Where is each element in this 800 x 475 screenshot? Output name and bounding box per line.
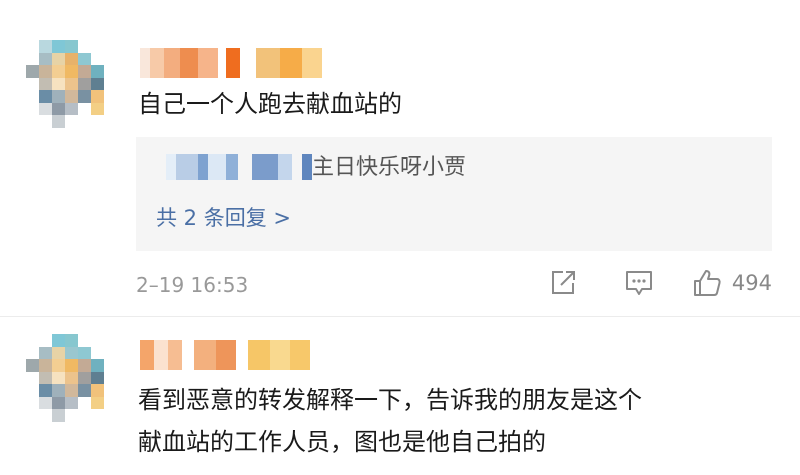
share-icon[interactable] [548,268,578,298]
avatar[interactable] [26,40,104,128]
timestamp: 2–19 16:53 [136,273,249,297]
reply-preview[interactable]: 主日快乐呀小贾 共 2 条回复 > [136,137,772,251]
username[interactable] [140,340,310,370]
username[interactable] [140,48,322,78]
like-icon[interactable] [692,268,722,298]
comment-text-line: 献血站的工作人员，图也是他自己拍的 [138,428,546,456]
reply-username[interactable] [166,154,312,180]
comment-item: 自己一个人跑去献血站的 主日快乐呀小贾 共 2 条回复 > 2–19 16:53 [0,0,800,318]
view-replies-link[interactable]: 共 2 条回复 > [156,203,291,233]
comment-text: 自己一个人跑去献血站的 [138,90,402,118]
avatar[interactable] [26,334,104,422]
comment-item: 看到恶意的转发解释一下，告诉我的朋友是这个 献血站的工作人员，图也是他自己拍的 [0,318,800,475]
comment-icon[interactable] [624,268,654,298]
reply-text: 主日快乐呀小贾 [312,155,467,180]
comment-text-line: 看到恶意的转发解释一下，告诉我的朋友是这个 [138,386,642,414]
comment-actions: 494 [548,268,772,298]
like-count: 494 [731,271,772,295]
divider [0,316,800,317]
